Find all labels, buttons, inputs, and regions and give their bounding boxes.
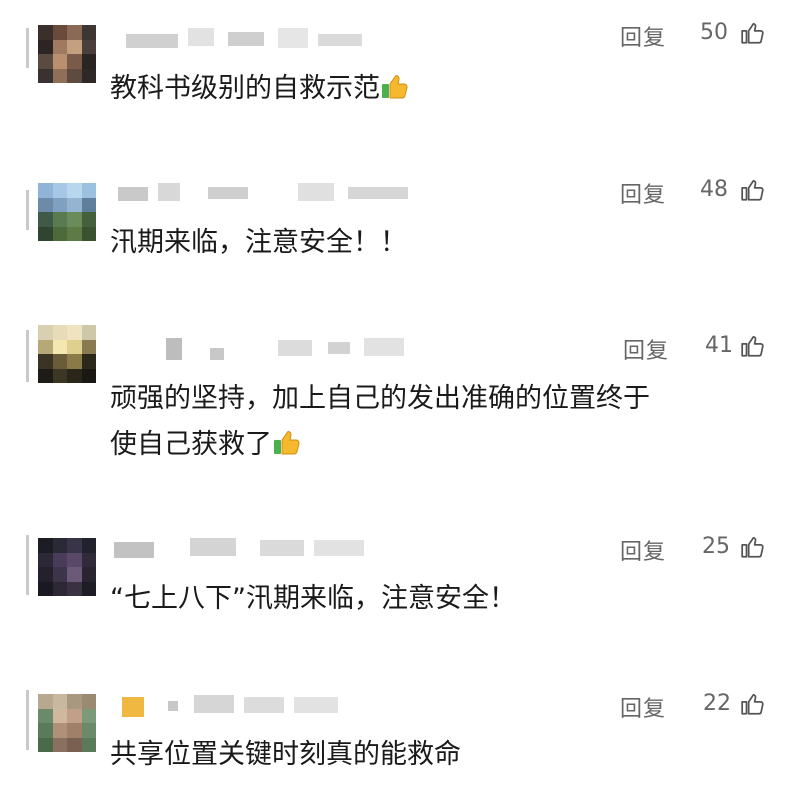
- left-edge-mark: [26, 28, 29, 68]
- like-thumb-icon[interactable]: [740, 20, 766, 46]
- like-count: 48: [700, 177, 728, 202]
- reply-button[interactable]: 回复: [620, 534, 666, 566]
- comment-text-content: 使自己获救了: [110, 429, 272, 460]
- comment-text: “七上八下”汛期来临，注意安全！: [110, 576, 770, 622]
- username-blurred[interactable]: [110, 538, 380, 558]
- thumbs-up-icon: [274, 430, 300, 455]
- comment-text: 顽强的坚持，加上自己的发出准确的位置终于 使自己获救了: [110, 376, 770, 468]
- like-thumb-icon[interactable]: [740, 177, 766, 203]
- username-blurred[interactable]: [118, 28, 378, 48]
- comment-text-content: 教科书级别的自救示范: [110, 73, 380, 104]
- like-count: 50: [700, 20, 728, 45]
- comment-text: 汛期来临，注意安全！！: [110, 220, 770, 266]
- username-blurred[interactable]: [118, 695, 358, 717]
- comment-text-content: 共享位置关键时刻真的能救命: [110, 739, 461, 770]
- avatar[interactable]: [38, 538, 96, 596]
- like-thumb-icon[interactable]: [740, 333, 766, 359]
- reply-button[interactable]: 回复: [620, 177, 666, 209]
- like-count: 25: [702, 534, 730, 559]
- avatar[interactable]: [38, 183, 96, 241]
- left-edge-mark: [26, 690, 29, 750]
- thumbs-up-icon: [382, 74, 408, 99]
- like-count: 41: [705, 333, 733, 358]
- comment-text-line-2: 使自己获救了: [110, 422, 770, 468]
- avatar[interactable]: [38, 25, 96, 83]
- avatar[interactable]: [38, 694, 96, 752]
- comment-text-content: “七上八下”汛期来临，注意安全！: [110, 583, 516, 614]
- reply-button[interactable]: 回复: [623, 333, 669, 365]
- avatar[interactable]: [38, 325, 96, 383]
- like-thumb-icon[interactable]: [740, 691, 766, 717]
- comment-text-line-1: 顽强的坚持，加上自己的发出准确的位置终于: [110, 383, 650, 414]
- left-edge-mark: [26, 330, 29, 382]
- comment-text: 教科书级别的自救示范: [110, 66, 770, 112]
- username-blurred[interactable]: [118, 338, 418, 360]
- username-blurred[interactable]: [118, 183, 438, 203]
- comment-text-content: 汛期来临，注意安全！！: [110, 227, 407, 258]
- comment-text: 共享位置关键时刻真的能救命: [110, 732, 770, 778]
- like-thumb-icon[interactable]: [740, 534, 766, 560]
- like-count: 22: [703, 691, 731, 716]
- left-edge-mark: [26, 190, 29, 230]
- left-edge-mark: [26, 535, 29, 595]
- reply-button[interactable]: 回复: [620, 20, 666, 52]
- reply-button[interactable]: 回复: [620, 691, 666, 723]
